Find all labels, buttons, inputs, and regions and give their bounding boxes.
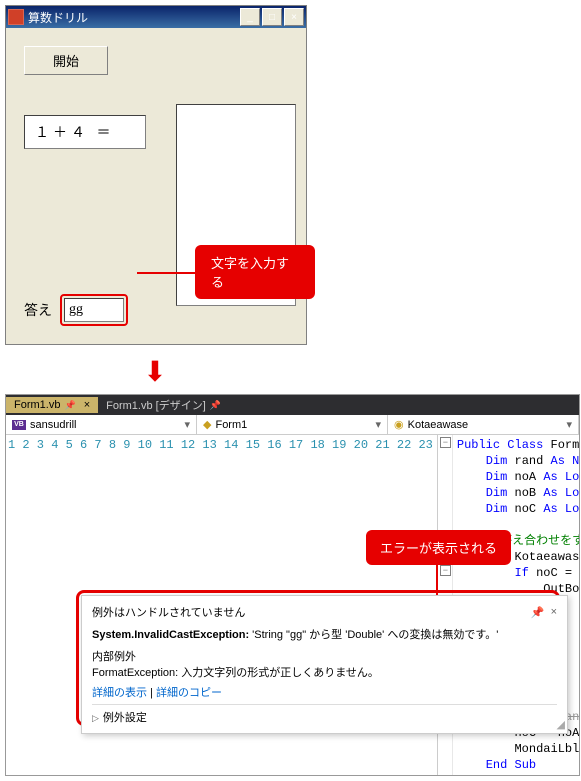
minimize-button[interactable]: _ — [240, 8, 260, 26]
exception-message: System.InvalidCastException: 'String "gg… — [92, 626, 557, 642]
tab-bar: Form1.vb 📌 × Form1.vb [デザイン] 📌 — [6, 395, 579, 415]
close-icon[interactable]: × — [551, 606, 557, 618]
class-dropdown[interactable]: ◆ Form1 ▾ — [197, 415, 388, 434]
method-dropdown[interactable]: ◉ Kotaeawase ▾ — [388, 415, 579, 434]
tab-form1-design[interactable]: Form1.vb [デザイン] 📌 — [98, 395, 229, 415]
pin-icon[interactable]: 📌 — [64, 400, 75, 411]
exception-popup: 例外はハンドルされていません 📌 × System.InvalidCastExc… — [81, 595, 568, 734]
ide-window: Form1.vb 📌 × Form1.vb [デザイン] 📌 VB sansud… — [5, 394, 580, 776]
class-icon: ◆ — [203, 418, 211, 431]
exception-settings-toggle[interactable]: ▷例外設定 — [92, 709, 557, 725]
chevron-down-icon: ▾ — [566, 418, 572, 431]
titlebar: 算数ドリル _ □ × — [6, 6, 306, 28]
chevron-down-icon: ▾ — [375, 418, 381, 431]
copy-details-link[interactable]: 詳細のコピー — [156, 687, 222, 699]
maximize-button[interactable]: □ — [262, 8, 282, 26]
app-icon — [8, 9, 24, 25]
resize-grip-icon[interactable]: ◢ — [557, 718, 565, 731]
start-button[interactable]: 開始 — [24, 46, 108, 75]
code-area: 1 2 3 4 5 6 7 8 9 10 11 12 13 14 15 16 1… — [6, 435, 579, 775]
arrow-down-icon: ⬇ — [135, 355, 175, 388]
close-button[interactable]: × — [284, 8, 304, 26]
vb-icon: VB — [12, 420, 26, 430]
callout-input-chars: 文字を入力する — [195, 245, 315, 299]
fold-box[interactable]: − — [440, 565, 451, 576]
chevron-down-icon: ▾ — [184, 418, 190, 431]
method-icon: ◉ — [394, 418, 404, 431]
pin-icon[interactable]: 📌 — [531, 606, 545, 619]
project-dropdown[interactable]: VB sansudrill ▾ — [6, 415, 197, 434]
question-display: １＋４ ＝ — [24, 115, 146, 149]
callout-error-shown: エラーが表示される — [366, 530, 511, 565]
tab-form1-vb[interactable]: Form1.vb 📌 × — [6, 397, 98, 413]
fold-box[interactable]: − — [440, 437, 451, 448]
close-icon[interactable]: × — [84, 399, 90, 411]
pin-icon[interactable]: 📌 — [210, 400, 221, 411]
show-details-link[interactable]: 詳細の表示 — [92, 687, 147, 699]
answer-label: 答え — [24, 300, 52, 320]
window-title: 算数ドリル — [28, 9, 88, 26]
inner-exception-label: 内部例外 — [92, 648, 557, 664]
inner-exception-message: FormatException: 入力文字列の形式が正しくありません。 — [92, 664, 557, 680]
popup-title: 例外はハンドルされていません — [92, 604, 525, 620]
answer-input[interactable] — [64, 298, 124, 322]
